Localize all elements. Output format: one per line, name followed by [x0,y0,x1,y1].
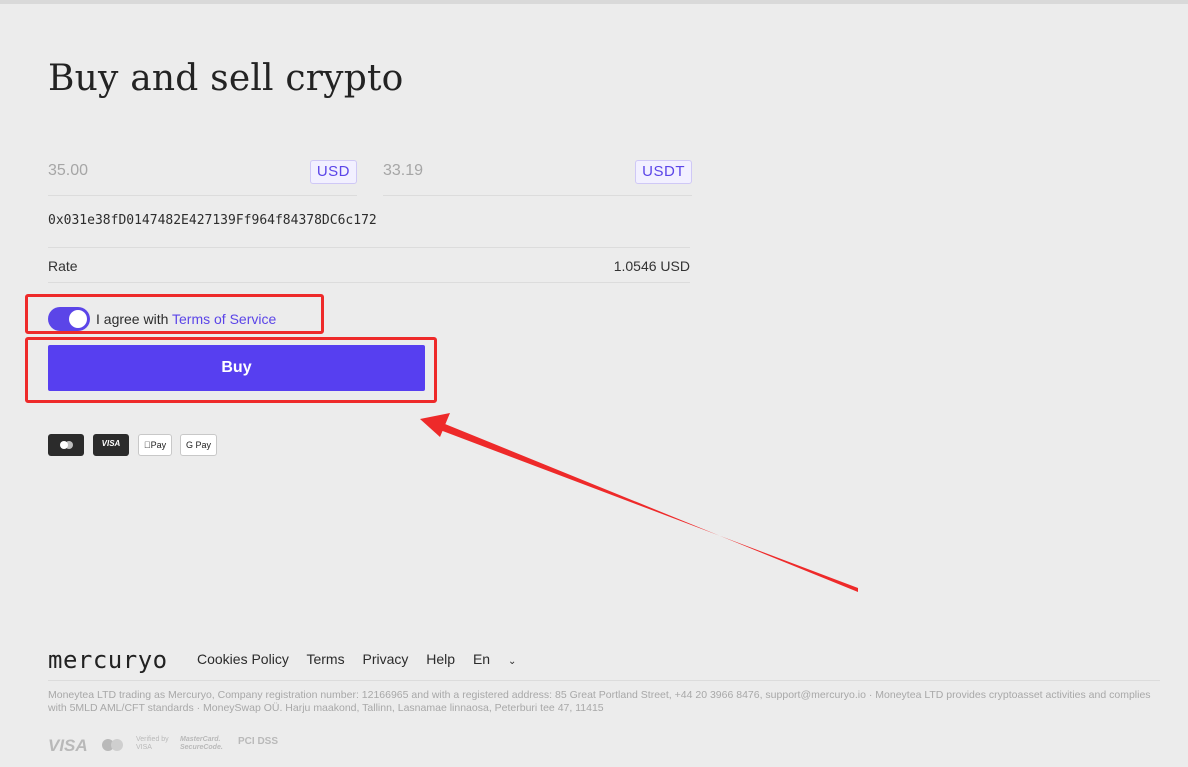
receive-amount-field[interactable]: 33.19 USDT [383,151,692,196]
top-divider [0,0,1188,4]
apple-pay-icon: Pay [138,434,172,456]
visa-badge: VISA [48,736,88,755]
privacy-link[interactable]: Privacy [362,651,408,667]
terms-toggle[interactable] [48,307,90,331]
cookies-policy-link[interactable]: Cookies Policy [197,651,289,667]
agreement-text: I agree with Terms of Service [96,311,276,327]
pay-currency-select[interactable]: USD [309,160,357,184]
legal-text: Moneytea LTD trading as Mercuryo, Compan… [48,689,1151,714]
receive-amount-input[interactable]: 33.19 [383,162,423,180]
pci-dss-badge: PCI DSS [238,736,279,747]
mastercard-icon [48,434,84,456]
pay-amount-field[interactable]: 35.00 USD [48,151,357,196]
buy-button[interactable]: Buy [48,345,425,391]
wallet-address[interactable]: 0x031e38fD0147482E427139Ff964f84378DC6c1… [48,213,690,248]
mercuryo-logo[interactable]: mercuryo [48,646,168,674]
page-title: Buy and sell crypto [48,58,404,99]
footer-divider [48,680,1160,681]
receive-currency-select[interactable]: USDT [635,160,692,184]
mastercard-securecode-badge: MasterCard. SecureCode. [180,736,223,751]
footer-links: Cookies Policy Terms Privacy Help En ⌄ [197,651,544,667]
mastercard-badge-icon [100,738,126,752]
verified-by-visa-badge: Verified by VISA [136,736,169,751]
help-link[interactable]: Help [426,651,455,667]
language-label: En [472,651,491,667]
google-pay-icon: G Pay [180,434,217,456]
pay-amount-input[interactable]: 35.00 [48,162,88,180]
terms-link[interactable]: Terms [306,651,344,667]
toggle-knob [69,310,87,328]
visa-icon: VISA [93,434,129,456]
rate-label: Rate [48,258,78,274]
chevron-down-icon: ⌄ [507,656,517,667]
rate-row: Rate 1.0546 USD [48,248,690,283]
rate-value: 1.0546 USD [613,258,690,274]
agreement-label: I agree with [96,311,169,327]
terms-of-service-link[interactable]: Terms of Service [172,311,276,327]
language-select[interactable]: En ⌄ [473,651,530,667]
